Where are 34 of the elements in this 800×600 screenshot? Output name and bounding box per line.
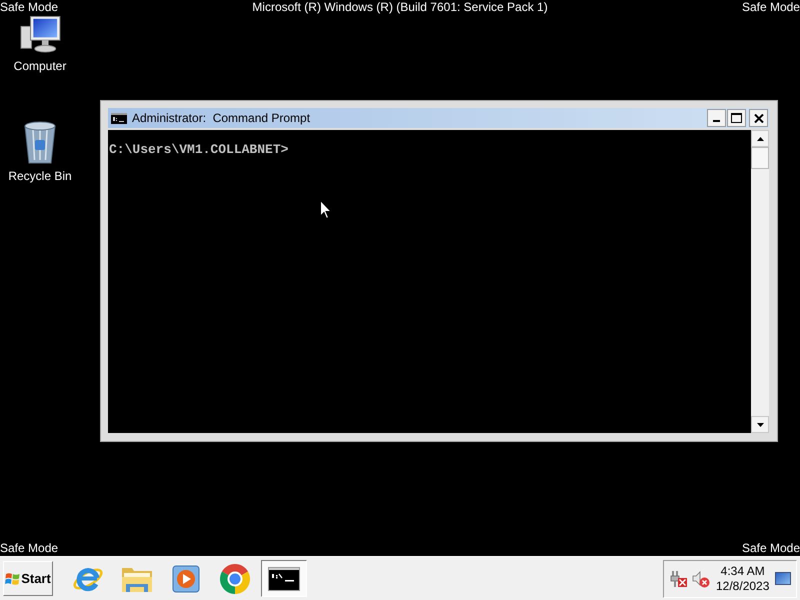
vertical-scrollbar[interactable] bbox=[751, 130, 769, 433]
terminal-icon[interactable] bbox=[268, 566, 300, 590]
close-button[interactable] bbox=[749, 109, 768, 127]
network-error-icon[interactable] bbox=[670, 570, 688, 588]
up-arrow-icon bbox=[756, 136, 764, 140]
scroll-thumb[interactable] bbox=[751, 147, 769, 169]
start-button[interactable]: Start bbox=[3, 561, 53, 596]
maximize-button[interactable] bbox=[727, 109, 746, 127]
console-output-area[interactable]: C:\Users\VM1.COLLABNET> bbox=[108, 130, 751, 433]
scroll-up-button[interactable] bbox=[751, 130, 769, 147]
desktop-icon-label[interactable]: Computer bbox=[14, 59, 66, 74]
window-title: Administrator: Command Prompt bbox=[132, 110, 310, 126]
console-line: C:\Users\VM1.COLLABNET> bbox=[109, 142, 288, 157]
taskbar-button[interactable] bbox=[261, 560, 307, 597]
build-info-label: Microsoft (R) Windows (R) (Build 7601: Service Pack 1) bbox=[252, 0, 548, 15]
scroll-down-button[interactable] bbox=[751, 416, 769, 433]
flag-logo-icon bbox=[5, 572, 20, 586]
circle-logo-icon[interactable] bbox=[219, 562, 251, 594]
terminal-icon bbox=[111, 112, 127, 124]
play-icon[interactable] bbox=[172, 564, 200, 592]
maximize-icon bbox=[731, 113, 742, 123]
minimize-button[interactable] bbox=[707, 109, 726, 127]
monitor-icon[interactable] bbox=[775, 572, 792, 585]
safe-mode-label: Safe Mode bbox=[0, 0, 58, 15]
close-icon bbox=[754, 114, 764, 122]
safe-mode-label: Safe Mode bbox=[742, 541, 800, 556]
clock-button[interactable]: 4:34 AM 12/8/2023 bbox=[716, 564, 770, 594]
mouse-pointer-icon bbox=[320, 200, 332, 219]
desktop-icon-label[interactable]: Recycle Bin bbox=[8, 169, 72, 184]
safe-mode-label: Safe Mode bbox=[742, 0, 800, 15]
down-arrow-icon bbox=[756, 422, 764, 426]
speaker-muted-icon[interactable] bbox=[692, 570, 710, 588]
computer-icon[interactable] bbox=[19, 16, 61, 53]
safe-mode-label: Safe Mode bbox=[0, 541, 58, 556]
